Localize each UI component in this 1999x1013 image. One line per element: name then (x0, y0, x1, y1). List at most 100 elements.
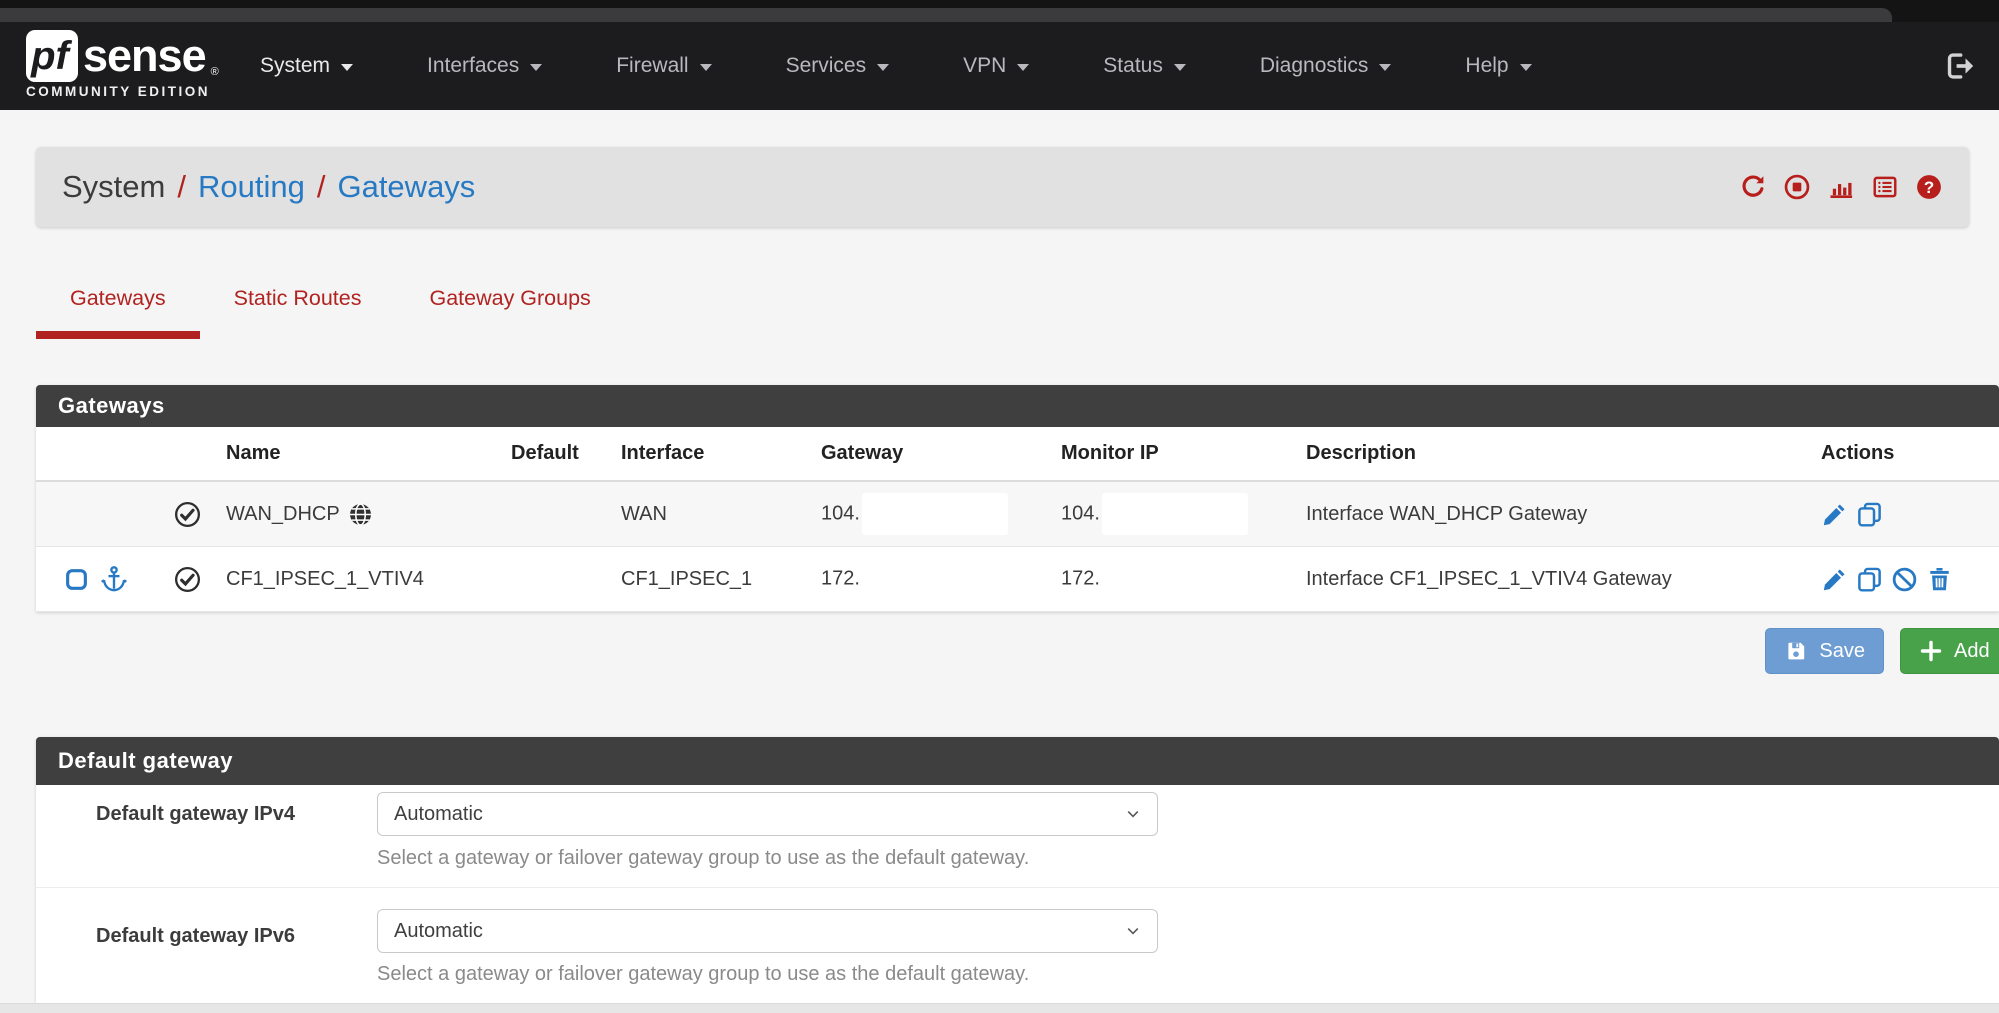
monitor-ip: 172. (1061, 567, 1100, 589)
gateway-default (501, 481, 611, 547)
copy-icon[interactable] (1856, 566, 1883, 593)
caret-down-icon (1520, 64, 1532, 71)
col-name: Name (216, 427, 501, 481)
monitor-ip: 104. (1061, 502, 1100, 524)
default-gateway-ipv4-label: Default gateway IPv4 (96, 803, 295, 826)
menu-firewall[interactable]: Firewall (616, 54, 711, 78)
pf-logo-tile: pf (26, 30, 78, 82)
gateway-interface: CF1_IPSEC_1 (611, 547, 811, 612)
breadcrumb-separator: / (177, 169, 186, 205)
row-actions (1821, 501, 1999, 528)
breadcrumb-actions: ? (1739, 173, 1943, 201)
default-gateway-form: Default gateway IPv4 Automatic Select a … (36, 785, 1999, 1003)
redaction-box (862, 493, 1008, 535)
anchor-icon[interactable] (99, 564, 129, 594)
delete-icon[interactable] (1926, 566, 1953, 593)
default-gateway-ipv4-help: Select a gateway or failover gateway gro… (377, 847, 1029, 870)
sense-logo-text: sense (83, 30, 206, 82)
svg-text:?: ? (1924, 178, 1934, 197)
browser-tab-strip (0, 8, 1892, 22)
edit-icon[interactable] (1821, 501, 1848, 528)
col-description: Description (1296, 427, 1811, 481)
gateway-interface: WAN (611, 481, 811, 547)
log-list-icon[interactable] (1871, 173, 1899, 201)
caret-down-icon (530, 64, 542, 71)
breadcrumb-link-gateways[interactable]: Gateways (337, 169, 475, 205)
gateways-panel-title: Gateways (36, 385, 1999, 427)
col-actions: Actions (1811, 427, 1999, 481)
menu-help[interactable]: Help (1465, 54, 1531, 78)
caret-down-icon (877, 64, 889, 71)
menu-services[interactable]: Services (786, 54, 890, 78)
default-gateway-ipv6-select[interactable]: Automatic (377, 909, 1158, 953)
bar-chart-icon[interactable] (1827, 173, 1855, 201)
default-gateway-panel-title: Default gateway (36, 737, 1999, 785)
community-edition-tagline: COMMUNITY EDITION (26, 84, 226, 99)
globe-icon (347, 501, 374, 528)
col-monitor-ip: Monitor IP (1051, 427, 1296, 481)
gateway-default (501, 547, 611, 612)
table-row: WAN_DHCP WAN 104. 104. Interface WAN_DHC… (36, 481, 1999, 547)
caret-down-icon (1379, 64, 1391, 71)
menu-vpn[interactable]: VPN (963, 54, 1029, 78)
gateway-description: Interface CF1_IPSEC_1_VTIV4 Gateway (1296, 547, 1811, 612)
sign-out-icon[interactable] (1943, 49, 1977, 83)
routing-tabs: Gateways Static Routes Gateway Groups (36, 270, 625, 339)
add-button[interactable]: Add (1900, 628, 1999, 674)
caret-down-icon (341, 64, 353, 71)
gateway-enabled-icon (173, 500, 202, 529)
row-actions (1821, 566, 1999, 593)
default-gateway-ipv6-help: Select a gateway or failover gateway gro… (377, 963, 1029, 986)
menu-system[interactable]: System (260, 54, 353, 78)
chevron-down-icon (1125, 923, 1141, 939)
registered-mark: ® (211, 66, 219, 78)
table-row: CF1_IPSEC_1_VTIV4 CF1_IPSEC_1 172. 172. … (36, 547, 1999, 612)
menu-status[interactable]: Status (1103, 54, 1186, 78)
gateway-description: Interface WAN_DHCP Gateway (1296, 481, 1811, 547)
gateways-panel: Gateways Name Default Interface Gateway … (36, 385, 1999, 612)
redaction-box (862, 558, 1008, 600)
footer-strip (0, 1003, 1999, 1013)
pfsense-logo[interactable]: pf sense ® COMMUNITY EDITION (26, 30, 226, 104)
gateway-address: 172. (821, 567, 860, 589)
chevron-down-icon (1125, 806, 1141, 822)
table-header-row: Name Default Interface Gateway Monitor I… (36, 427, 1999, 481)
gateway-address: 104. (821, 502, 860, 524)
menu-interfaces[interactable]: Interfaces (427, 54, 542, 78)
col-gateway: Gateway (811, 427, 1051, 481)
col-select (36, 427, 216, 481)
tab-gateways[interactable]: Gateways (36, 270, 200, 339)
gateway-name: WAN_DHCP (226, 503, 340, 526)
default-gateway-ipv6-label: Default gateway IPv6 (96, 925, 295, 948)
breadcrumb-bar: System / Routing / Gateways ? (36, 147, 1969, 227)
default-gateway-panel: Default gateway Default gateway IPv4 Aut… (36, 737, 1999, 1003)
top-navbar: pf sense ® COMMUNITY EDITION System Inte… (0, 22, 1999, 110)
default-gateway-ipv4-select[interactable]: Automatic (377, 792, 1158, 836)
redaction-box (1102, 558, 1248, 600)
redaction-box (1102, 493, 1248, 535)
disable-icon[interactable] (1891, 566, 1918, 593)
menu-diagnostics[interactable]: Diagnostics (1260, 54, 1392, 78)
gateway-enabled-icon (173, 565, 202, 594)
save-button[interactable]: Save (1765, 628, 1884, 674)
caret-down-icon (1174, 64, 1186, 71)
save-icon (1784, 639, 1808, 663)
tab-gateway-groups[interactable]: Gateway Groups (395, 270, 624, 339)
caret-down-icon (700, 64, 712, 71)
tab-static-routes[interactable]: Static Routes (200, 270, 396, 339)
gateway-name: CF1_IPSEC_1_VTIV4 (216, 547, 501, 612)
edit-icon[interactable] (1821, 566, 1848, 593)
breadcrumb-link-routing[interactable]: Routing (198, 169, 305, 205)
col-default: Default (501, 427, 611, 481)
col-interface: Interface (611, 427, 811, 481)
copy-icon[interactable] (1856, 501, 1883, 528)
main-menu: System Interfaces Firewall Services VPN … (260, 22, 1532, 110)
stop-circle-icon[interactable] (1783, 173, 1811, 201)
plus-icon (1919, 639, 1943, 663)
row-checkbox[interactable] (64, 567, 89, 592)
breadcrumb-section: System (62, 169, 165, 205)
gateways-table: Name Default Interface Gateway Monitor I… (36, 427, 1999, 612)
help-icon[interactable]: ? (1915, 173, 1943, 201)
refresh-icon[interactable] (1739, 173, 1767, 201)
form-divider (36, 887, 1999, 888)
